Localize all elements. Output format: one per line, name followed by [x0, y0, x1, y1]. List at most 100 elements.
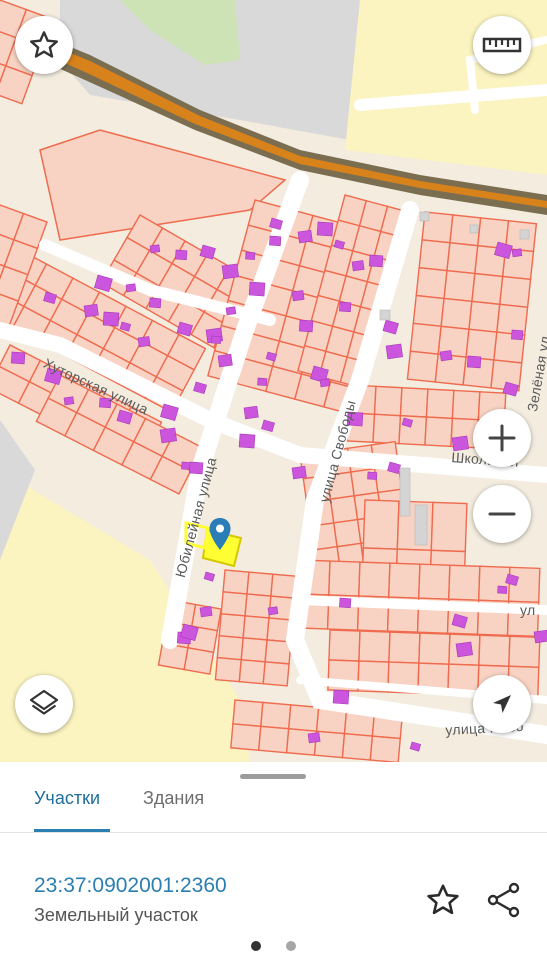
land-parcel[interactable]: [358, 561, 391, 598]
building[interactable]: [291, 465, 307, 480]
building[interactable]: [149, 297, 162, 309]
building[interactable]: [245, 251, 256, 260]
building[interactable]: [149, 244, 161, 254]
land-parcel[interactable]: [465, 328, 498, 361]
land-parcel[interactable]: [399, 386, 429, 418]
land-parcel[interactable]: [447, 564, 481, 601]
building[interactable]: [10, 351, 26, 365]
land-parcel[interactable]: [373, 385, 403, 417]
land-parcel[interactable]: [440, 297, 473, 331]
building[interactable]: [257, 377, 268, 386]
land-parcel[interactable]: [244, 593, 272, 619]
land-parcel[interactable]: [341, 732, 374, 761]
layers-button[interactable]: [15, 675, 73, 733]
building[interactable]: [297, 229, 313, 244]
land-parcel[interactable]: [478, 634, 511, 667]
building[interactable]: [63, 396, 75, 406]
building[interactable]: [316, 221, 334, 237]
land-parcel[interactable]: [240, 637, 268, 663]
ruler-button[interactable]: [473, 16, 531, 74]
building[interactable]: [351, 260, 365, 272]
land-parcel[interactable]: [232, 699, 264, 728]
zoom-out-button[interactable]: [473, 485, 531, 543]
building[interactable]: [367, 471, 378, 480]
land-parcel[interactable]: [418, 563, 451, 600]
land-parcel[interactable]: [406, 350, 439, 383]
land-parcel[interactable]: [218, 613, 246, 639]
land-parcel[interactable]: [332, 518, 362, 548]
land-parcel[interactable]: [214, 656, 242, 683]
land-parcel[interactable]: [246, 571, 274, 597]
land-parcel[interactable]: [388, 562, 421, 599]
building[interactable]: [511, 248, 523, 258]
building[interactable]: [269, 235, 282, 247]
building[interactable]: [298, 319, 314, 333]
land-parcel[interactable]: [388, 631, 421, 664]
building[interactable]: [125, 283, 137, 293]
zoom-in-button[interactable]: [473, 409, 531, 467]
favorite-button[interactable]: [15, 16, 73, 74]
land-parcel[interactable]: [409, 322, 442, 355]
location-marker-icon[interactable]: [208, 517, 232, 551]
land-parcel[interactable]: [477, 565, 511, 603]
building[interactable]: [102, 311, 120, 327]
land-parcel[interactable]: [287, 704, 320, 732]
land-parcel[interactable]: [418, 239, 451, 272]
building[interactable]: [243, 405, 259, 420]
building[interactable]: [211, 335, 222, 344]
land-parcel[interactable]: [369, 735, 402, 762]
land-parcel[interactable]: [412, 294, 445, 328]
building[interactable]: [217, 353, 233, 368]
land-parcel[interactable]: [443, 269, 476, 303]
building[interactable]: [385, 343, 404, 360]
building[interactable]: [291, 290, 305, 302]
land-parcel[interactable]: [415, 266, 448, 300]
land-parcel[interactable]: [498, 275, 532, 309]
land-parcel[interactable]: [471, 272, 504, 306]
land-parcel[interactable]: [372, 413, 402, 445]
land-parcel[interactable]: [358, 630, 391, 663]
land-parcel[interactable]: [238, 658, 266, 685]
cadastral-number[interactable]: 23:37:0902001:2360: [34, 874, 227, 898]
building[interactable]: [368, 254, 384, 268]
land-parcel[interactable]: [446, 242, 479, 275]
building[interactable]: [466, 355, 482, 369]
share-icon[interactable]: [484, 880, 524, 920]
land-parcel[interactable]: [230, 723, 262, 752]
star-outline-icon[interactable]: [425, 882, 461, 918]
building[interactable]: [497, 585, 508, 594]
land-parcel[interactable]: [424, 416, 454, 448]
building[interactable]: [248, 281, 266, 297]
building[interactable]: [175, 249, 188, 261]
building[interactable]: [307, 732, 321, 744]
building[interactable]: [511, 329, 524, 341]
building[interactable]: [319, 378, 331, 388]
land-parcel[interactable]: [329, 495, 359, 524]
land-parcel[interactable]: [242, 615, 270, 641]
land-parcel[interactable]: [262, 661, 290, 687]
map-view[interactable]: Хуторская улица Юбилейная улица улица Св…: [0, 0, 547, 762]
my-location-button[interactable]: [473, 675, 531, 733]
building[interactable]: [533, 629, 547, 644]
building[interactable]: [199, 606, 213, 618]
building[interactable]: [455, 641, 474, 658]
land-parcel[interactable]: [362, 499, 400, 550]
building[interactable]: [221, 263, 240, 280]
building[interactable]: [339, 597, 352, 609]
building[interactable]: [439, 350, 453, 362]
building[interactable]: [83, 303, 99, 318]
building[interactable]: [159, 427, 178, 444]
land-parcel[interactable]: [257, 725, 290, 754]
building[interactable]: [339, 301, 352, 313]
land-parcel[interactable]: [220, 591, 248, 617]
sheet-drag-handle[interactable]: [240, 774, 306, 779]
tab-buildings[interactable]: Здания: [143, 788, 204, 810]
land-parcel[interactable]: [418, 632, 451, 665]
land-parcel[interactable]: [430, 501, 468, 553]
land-parcel[interactable]: [222, 569, 250, 595]
building[interactable]: [267, 606, 279, 616]
land-parcel[interactable]: [451, 389, 481, 421]
land-parcel[interactable]: [468, 300, 501, 333]
land-parcel[interactable]: [260, 701, 292, 730]
building[interactable]: [137, 336, 151, 348]
